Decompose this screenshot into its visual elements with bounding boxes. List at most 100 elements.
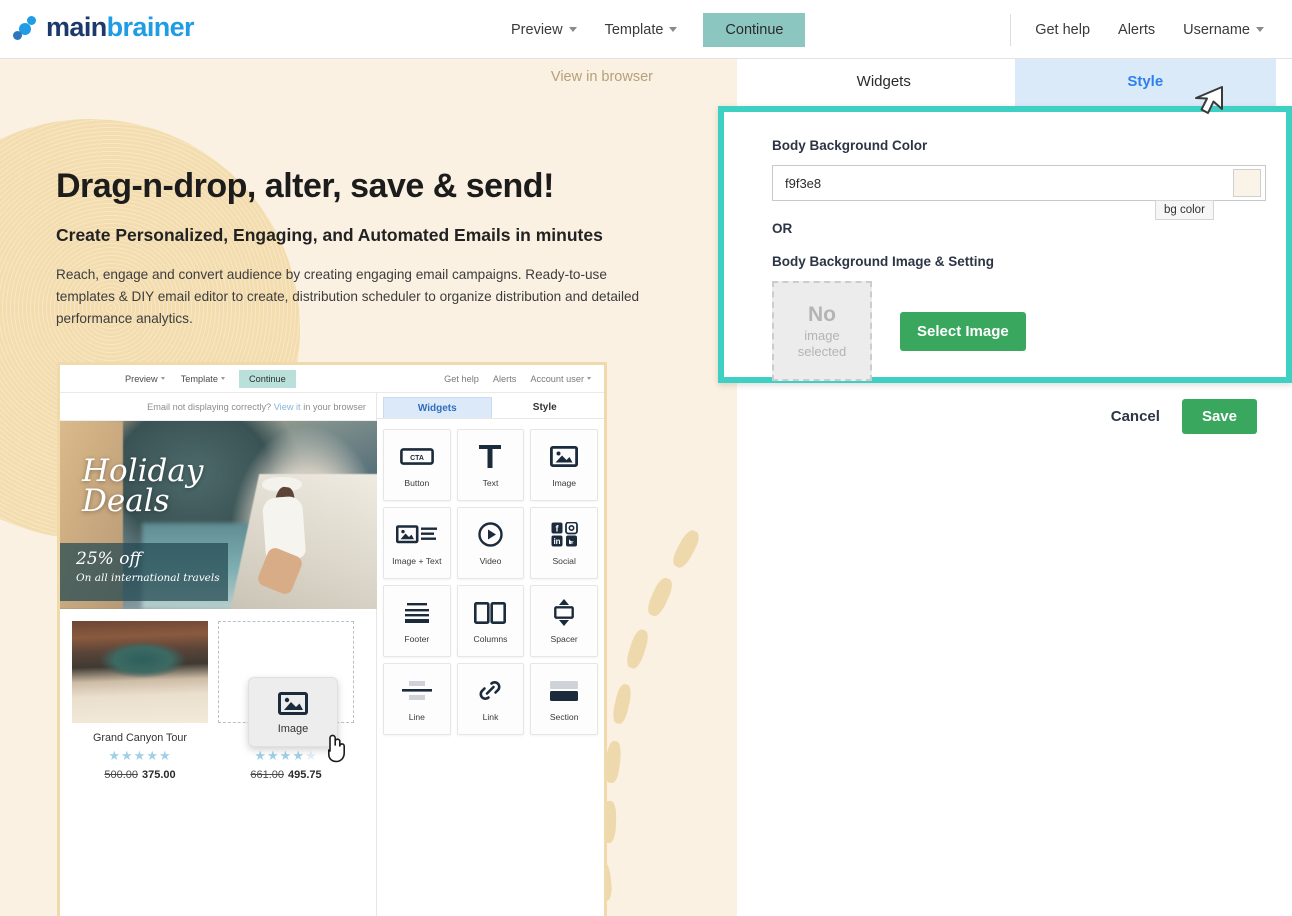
logo-text-accent: brainer [106,12,195,42]
product-card-price: 661.00 495.75 [218,769,354,781]
nav-item-alerts[interactable]: Alerts [1104,0,1169,59]
widget-tile-label: Spacer [550,633,578,644]
save-button[interactable]: Save [1181,399,1257,434]
tab-widgets[interactable]: Widgets [753,59,1015,106]
product-card: Grand Canyon Tour ★★★★★ 500.00 375.00 [72,621,208,781]
screenshot-continue-button: Continue [238,369,296,388]
widget-tile-spacer: Spacer [530,585,598,657]
logo-text: mainbrainer [46,12,195,43]
screenshot-nav-template-label: Template [180,373,218,384]
screenshot-nav-template: Template [174,374,232,384]
chevron-down-icon [669,27,678,32]
screenshot-top-nav: Preview Template Continue Get help Alert… [60,365,604,393]
product-card-title: Grand Canyon Tour [92,732,188,744]
body-background-image-label: Body Background Image & Setting [772,254,995,269]
body-background-color-label: Body Background Color [772,138,928,153]
screenshot-hero-image: Holiday Deals 25% off On all internation… [60,421,377,609]
panel-actions: Cancel Save [737,399,1292,434]
hero-badge-subtext: On all international travels [76,572,220,584]
select-image-button[interactable]: Select Image [900,311,1026,351]
nav-item-username-label: Username [1183,21,1250,38]
no-image-placeholder: No image selected [772,281,872,381]
screenshot-nav-account-user-label: Account user [530,373,584,384]
screenshot-widget-grid: CTA Button Text Image Image + Text Video… [377,419,604,745]
screenshot-panel-tabs: Widgets Style [377,393,604,419]
widget-tile-social: f in Social [530,507,598,579]
screenshot-notice-prefix: Email not displaying correctly? [147,401,272,412]
nav-item-template[interactable]: Template [591,0,692,59]
bg-color-swatch[interactable] [1233,169,1261,197]
widget-tile-label: Text [482,477,499,488]
view-in-browser-link[interactable]: View in browser [551,69,653,85]
widget-tile-button: CTA Button [383,429,451,501]
widget-tile-label: Columns [473,633,508,644]
canyon-photo [72,621,208,723]
section-icon [550,677,579,705]
widget-tile-label: Section [549,711,579,722]
logo-dots-icon [12,14,42,42]
bg-color-input[interactable] [772,165,1266,201]
hero-person [255,477,314,597]
screenshot-tab-style: Style [532,402,557,413]
product-card-image [72,621,208,723]
nav-divider [1010,13,1012,46]
image-icon [278,690,308,718]
tab-style[interactable]: Style [1014,59,1276,106]
product-card-price-old: 661.00 [250,769,284,781]
screenshot-notice-suffix: in your browser [303,401,366,412]
widget-tile-line: Line [383,663,451,735]
body-background-settings-card: Body Background Color OR Body Background… [718,106,1292,383]
screenshot-nav-account-user: Account user [523,374,598,384]
cta-button-icon: CTA [399,443,434,471]
image-icon [550,443,579,471]
hero-title-line2: Deals [82,482,170,519]
body-background-color-row [772,165,1266,201]
no-image-line2: image [804,327,840,343]
screenshot-nav-center: Preview Template Continue [118,369,296,388]
widget-tile-label: Social [552,555,576,566]
product-card-price: 500.00 375.00 [72,769,208,781]
image-text-icon [395,521,438,549]
video-play-icon [478,521,503,549]
no-image-line3: selected [797,344,847,360]
email-subheadline: Create Personalized, Engaging, and Autom… [56,225,603,245]
screenshot-body: Email not displaying correctly? View it … [60,393,604,916]
chevron-down-icon [220,377,225,380]
widget-tile-footer: Footer [383,585,451,657]
spacer-arrows-icon [552,599,576,627]
widget-tile-video: Video [456,507,525,579]
chevron-down-icon [160,377,165,380]
top-navigation-bar: mainbrainer Preview Template Continue Ge… [0,0,1292,59]
cancel-button[interactable]: Cancel [1111,408,1160,425]
columns-icon [474,599,507,627]
product-card-price-new: 495.75 [288,769,322,781]
dragging-widget-label: Image [277,722,309,735]
screenshot-nav-alerts: Alerts [492,373,517,384]
svg-text:CTA: CTA [410,455,424,462]
email-headline: Drag-n-drop, alter, save & send! [56,167,554,205]
mainbrainer-logo[interactable]: mainbrainer [12,12,195,43]
nav-item-template-label: Template [604,21,664,38]
embedded-app-screenshot: Preview Template Continue Get help Alert… [57,362,607,916]
screenshot-tab-widgets: Widgets [383,397,492,418]
nav-item-username[interactable]: Username [1169,0,1278,59]
or-separator-label: OR [772,221,793,236]
chevron-down-icon [1256,27,1264,32]
screenshot-nav-right: Get help Alerts Account user [437,374,598,384]
footer-lines-icon [403,599,431,627]
widget-tile-text: Text [456,429,525,501]
bg-color-tooltip: bg color [1155,200,1214,220]
screenshot-product-cards: Grand Canyon Tour ★★★★★ 500.00 375.00 ★★★… [60,609,376,781]
social-networks-icon: f in [551,521,578,549]
screenshot-nav-preview-label: Preview [125,373,158,384]
widget-tile-columns: Columns [456,585,525,657]
continue-button[interactable]: Continue [703,12,806,47]
nav-item-preview[interactable]: Preview [497,0,591,59]
widget-tile-label: Link [482,711,499,722]
widget-tile-section: Section [530,663,598,735]
email-body: View in browser Drag-n-drop, alter, save… [0,59,737,916]
email-preview-canvas[interactable]: View in browser Drag-n-drop, alter, save… [0,59,737,916]
widget-tile-link: Link [456,663,525,735]
nav-item-get-help[interactable]: Get help [1021,0,1104,59]
logo-text-main: main [46,12,107,42]
